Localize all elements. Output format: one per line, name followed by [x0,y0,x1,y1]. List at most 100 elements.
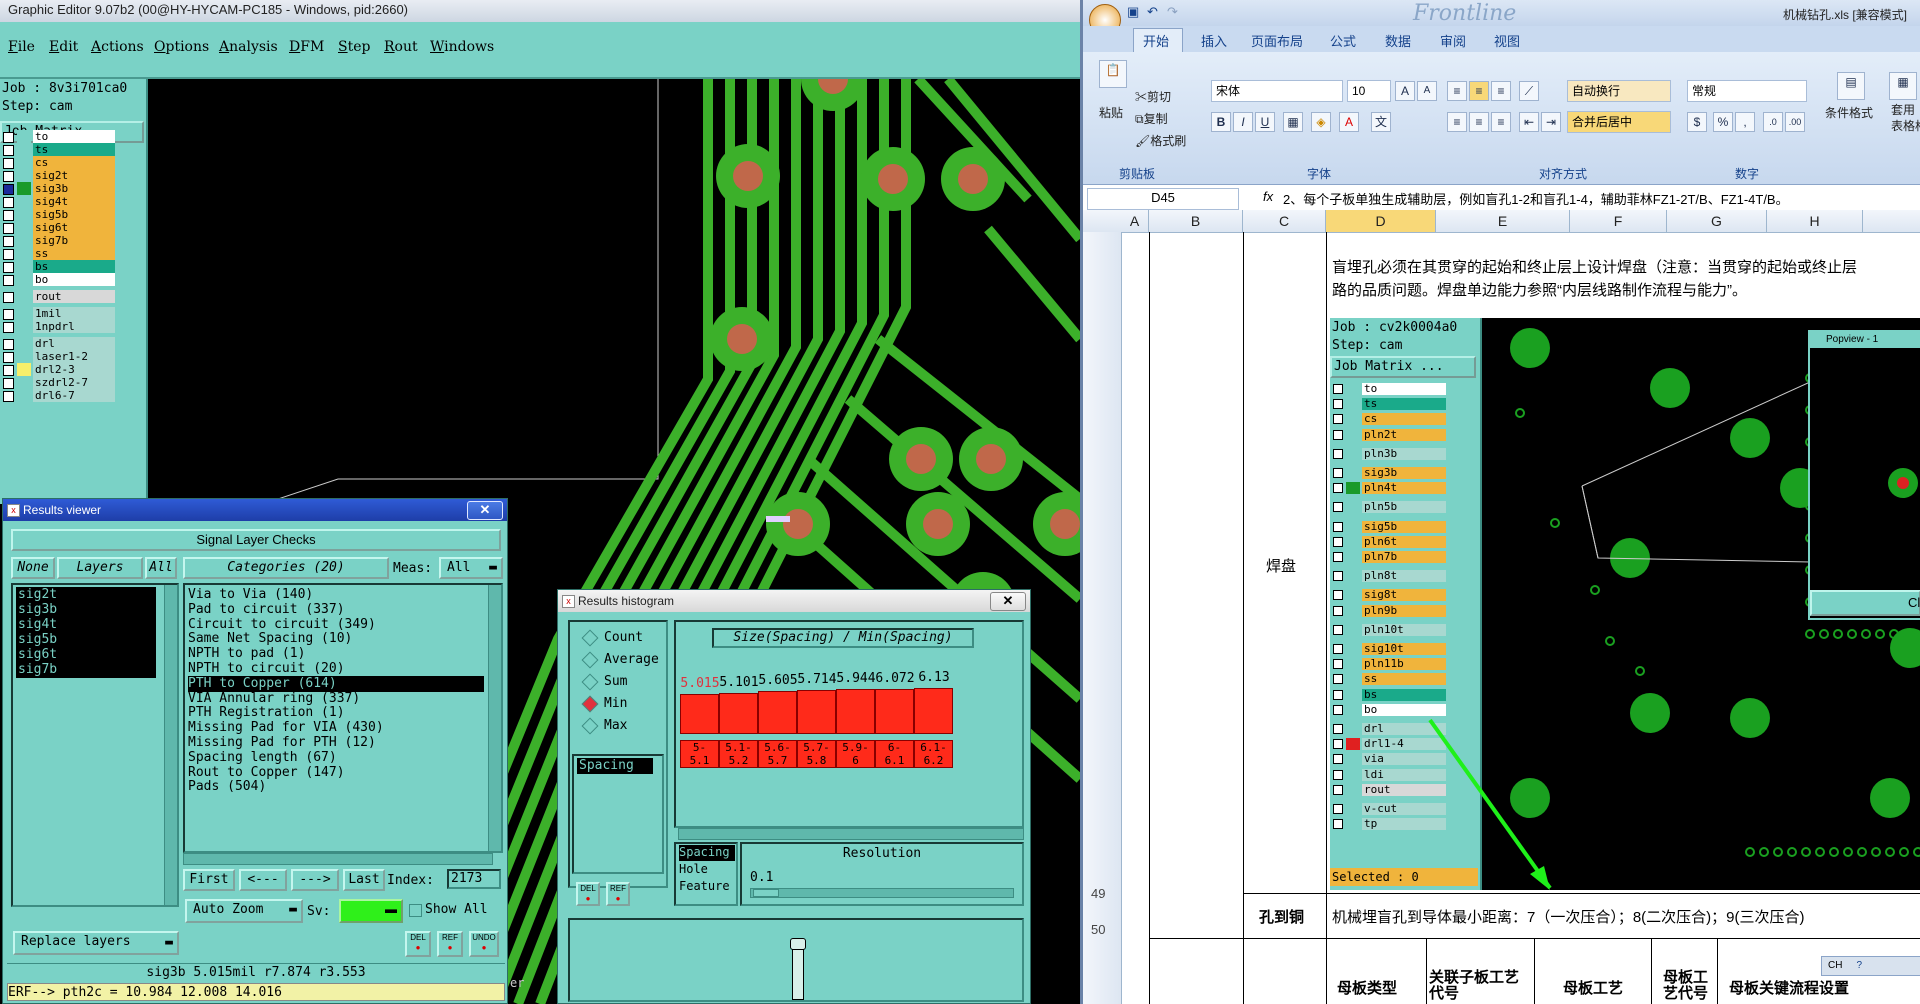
layer-name[interactable]: rout [33,290,115,303]
category-item[interactable]: Missing Pad for VIA (430) [188,720,384,736]
category-item[interactable]: Spacing length (67) [188,750,337,766]
paste-icon[interactable]: 📋 [1099,60,1127,88]
histogram-bar[interactable] [797,690,836,734]
meas-select[interactable]: All ▬ [439,557,503,579]
close-icon[interactable]: ✕ [990,592,1026,611]
layer-checkbox[interactable] [3,391,14,402]
table-format-label[interactable]: 套用 表格格式 [1891,102,1920,134]
index-input[interactable]: 2173 [447,869,501,889]
qat-redo-icon[interactable]: ↷ [1167,4,1178,20]
first-button[interactable]: First [183,869,235,891]
category-item[interactable]: PTH to Copper (614) [188,675,484,692]
histogram-bar[interactable] [758,690,797,734]
conditional-format-icon[interactable]: ▤ [1837,72,1865,100]
orientation-icon[interactable]: ⟋ [1519,81,1539,101]
sv-color-select[interactable]: ▬ [339,899,403,923]
tab-insert[interactable]: 插入 [1201,31,1227,50]
category-item[interactable]: Rout to Copper (147) [188,765,345,781]
category-item[interactable]: Missing Pad for PTH (12) [188,735,376,751]
tab-data[interactable]: 数据 [1385,31,1411,50]
result-layer-sig2t[interactable]: sig2t [16,587,156,603]
result-layer-sig6t[interactable]: sig6t [16,647,156,663]
italic-icon[interactable]: I [1233,112,1253,132]
auto-zoom-select[interactable]: Auto Zoom ▬ [185,899,303,923]
decrease-decimal-icon[interactable]: .00 [1785,112,1805,132]
result-layer-sig4t[interactable]: sig4t [16,617,156,633]
paste-label[interactable]: 粘贴 [1099,104,1123,121]
radio-icon[interactable] [581,717,599,734]
align-bottom-icon[interactable]: ≡ [1491,81,1511,101]
conditional-format-label[interactable]: 条件格式 [1825,104,1873,121]
column-header-c[interactable]: C [1243,210,1326,232]
align-top-icon[interactable]: ≡ [1447,81,1467,101]
indent-decrease-icon[interactable]: ⇤ [1519,112,1539,132]
result-layer-sig3b[interactable]: sig3b [16,602,156,618]
formula-input[interactable]: 2、每个子板单独生成辅助层，例如盲孔1-2和盲孔1-4，辅助菲林FZ1-2T/B… [1283,189,1789,208]
histogram-bar[interactable] [914,688,953,734]
currency-icon[interactable]: $ [1687,112,1707,132]
column-header-b[interactable]: B [1149,210,1243,232]
layer-color-swatch[interactable] [17,273,31,286]
align-left-icon[interactable]: ≡ [1447,112,1467,132]
histogram-bar[interactable] [680,693,719,734]
cell-pad-text-line1[interactable]: 盲埋孔必须在其贯穿的起始和终止层上设计焊盘（注意：当贯穿的起始或终止层 [1332,256,1857,277]
format-painter-label[interactable]: 🖌格式刷 [1135,132,1186,149]
merge-center-button[interactable]: 合并后居中 [1567,111,1671,133]
radio-icon[interactable] [581,673,599,690]
all-button[interactable]: All [145,557,177,579]
ime-bar[interactable]: CH? [1821,956,1920,976]
histogram-hscrollbar[interactable] [678,828,1024,840]
column-header-g[interactable]: G [1667,210,1767,232]
menu-file[interactable]: File [8,39,35,55]
field-type-spacing[interactable]: Spacing [679,845,735,861]
layer-row-rout[interactable]: rout [0,289,146,304]
layers-list[interactable]: sig2t sig3b sig4t sig5b sig6t sig7b [11,583,179,907]
layer-name[interactable]: bo [33,273,115,286]
layers-button[interactable]: Layers [57,557,143,579]
radio-icon[interactable] [581,695,599,712]
field-type-list[interactable]: Spacing Hole Feature [674,842,738,906]
option-average[interactable]: Average [581,651,659,668]
ref-icon[interactable]: REF ● [437,931,463,957]
field-item-spacing[interactable]: Spacing [577,758,653,774]
name-box[interactable]: D45 [1087,188,1239,210]
del-icon[interactable]: DEL ● [405,931,431,957]
menu-windows[interactable]: Windows [430,39,494,55]
none-button[interactable]: None [11,557,55,579]
align-right-icon[interactable]: ≡ [1491,112,1511,132]
layer-color-swatch[interactable] [17,389,31,402]
category-item[interactable]: VIA Annular ring (337) [188,691,360,707]
header-cell-key-flow[interactable]: 母板关键流程设置 [1729,977,1849,998]
slider-thumb[interactable] [753,889,779,897]
percent-icon[interactable]: % [1713,112,1733,132]
copy-label[interactable]: ⧉复制 [1135,110,1168,127]
replace-layers-select[interactable]: Replace layers ▬ [13,931,179,955]
layer-color-swatch[interactable] [17,290,31,303]
font-color-icon[interactable]: A [1339,112,1359,132]
tab-page-layout[interactable]: 页面布局 [1251,31,1303,50]
cell-pad-text-line2[interactable]: 路的品质问题。焊盘单边能力参照“内层线路制作流程与能力”。 [1332,279,1747,300]
option-count[interactable]: Count [581,629,643,646]
tab-home[interactable]: 开始 [1143,31,1169,50]
row-header-50[interactable]: 50 [1091,922,1105,937]
category-item[interactable]: Circuit to circuit (349) [188,617,376,633]
header-cell-mother-code[interactable]: 母板工艺代号 [1663,970,1713,1002]
layer-row-bo[interactable]: bo [0,272,146,287]
categories-button[interactable]: Categories (20) [183,557,389,579]
menu-dfm[interactable]: DFM [289,39,324,55]
font-size-select[interactable]: 10 [1347,80,1391,102]
categories-scrollbar[interactable] [488,585,501,851]
layer-row-drl6-7[interactable]: drl6-7 [0,388,146,403]
menu-options[interactable]: Options [154,39,209,55]
header-cell-mother-process[interactable]: 母板工艺 [1563,977,1623,998]
category-item[interactable]: Same Net Spacing (10) [188,631,352,647]
categories-hscrollbar[interactable] [183,853,493,865]
number-format-select[interactable]: 常规 [1687,80,1807,102]
cell-pad-label[interactable]: 焊盘 [1266,555,1296,576]
category-item[interactable]: PTH Registration (1) [188,705,345,721]
tab-review[interactable]: 审阅 [1440,31,1466,50]
underline-icon[interactable]: U [1255,112,1275,132]
radio-icon[interactable] [581,651,599,668]
cell-hole-label[interactable]: 孔到铜 [1259,906,1304,927]
field-type-feature[interactable]: Feature [679,879,730,895]
